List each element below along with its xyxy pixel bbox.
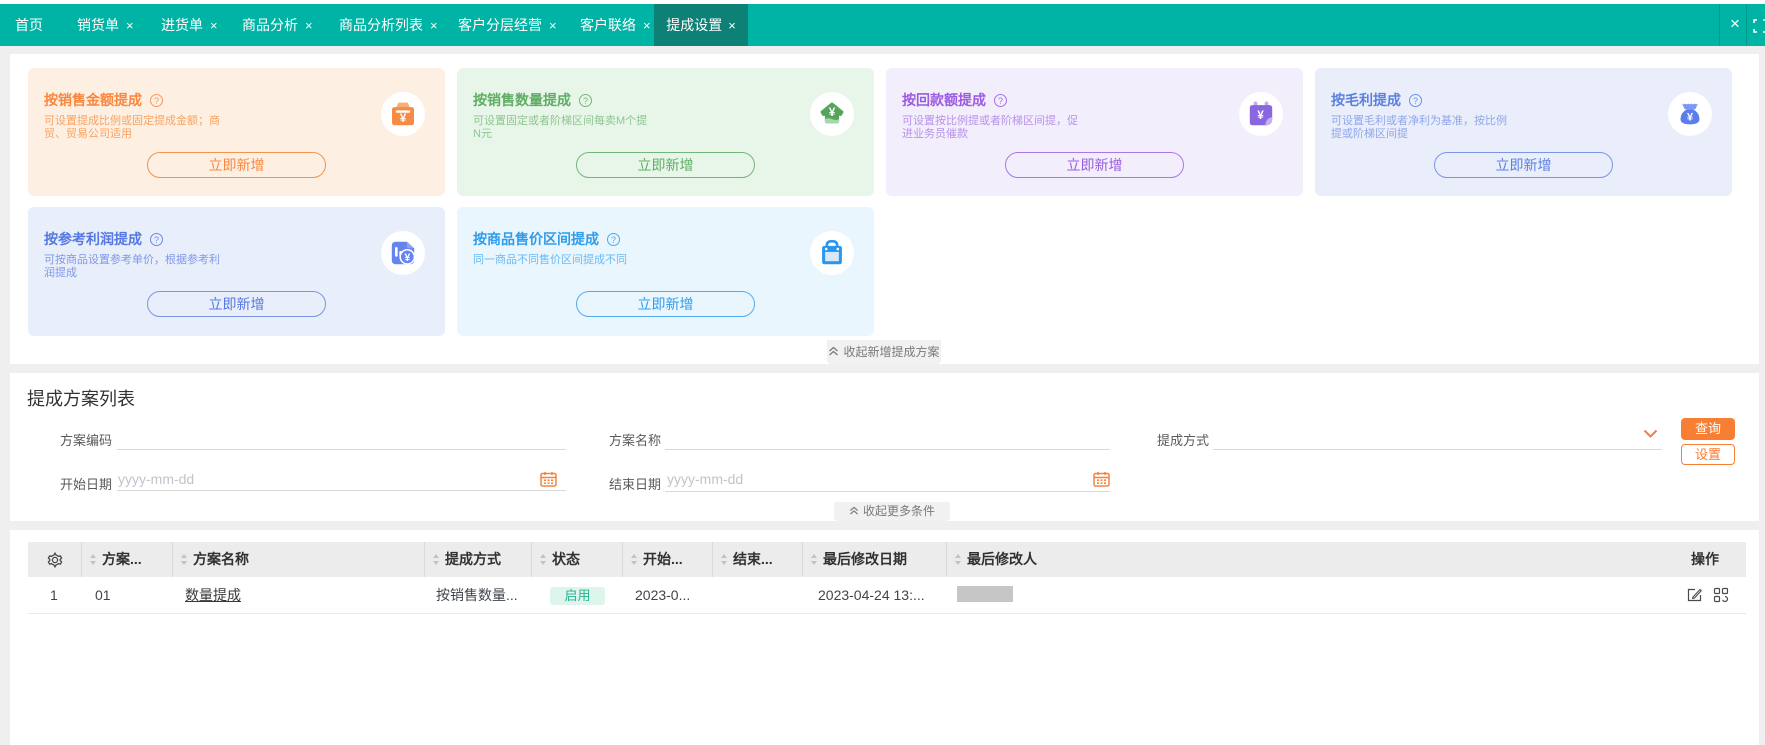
svg-text:¥: ¥	[829, 105, 836, 119]
svg-text:¥: ¥	[1257, 108, 1264, 122]
svg-text:¥: ¥	[400, 111, 407, 125]
svg-text:¥: ¥	[404, 252, 410, 264]
svg-text:¥: ¥	[1687, 111, 1694, 123]
